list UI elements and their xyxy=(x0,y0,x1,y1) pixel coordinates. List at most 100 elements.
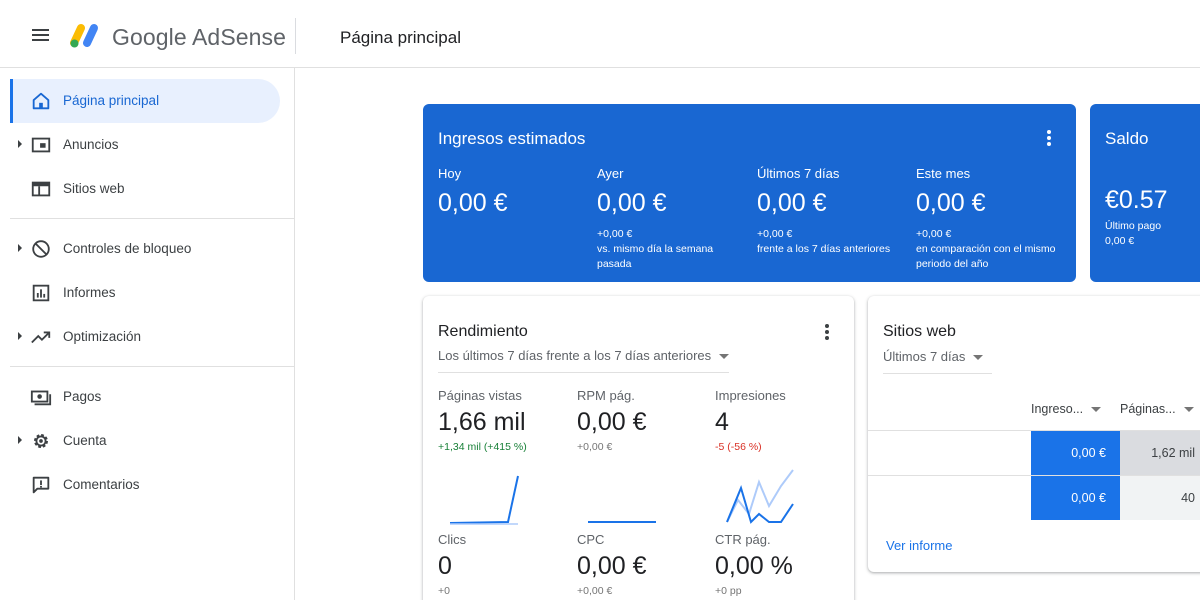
period-label: Últimos 7 días xyxy=(883,349,966,364)
bar-chart-icon xyxy=(32,284,50,302)
expand-caret-icon[interactable] xyxy=(18,244,22,252)
metric-change: +0,00 € xyxy=(577,585,613,597)
sidebar-item-blocking-controls[interactable]: Controles de bloqueo xyxy=(10,227,280,271)
metric-change: +0,00 € xyxy=(577,441,613,453)
top-app-bar: Google AdSense Página principal xyxy=(0,0,1200,68)
sidebar: Página principal Anuncios Sitios web Con… xyxy=(10,68,295,600)
balance-title: Saldo xyxy=(1105,129,1149,148)
metric-change: +0 pp xyxy=(715,585,742,597)
main-menu-button[interactable] xyxy=(28,26,56,48)
earnings-note: en comparación con el mismo periodo del … xyxy=(916,243,1056,270)
sort-arrow-icon xyxy=(1183,407,1194,413)
adsense-logo-icon xyxy=(70,24,98,48)
earnings-yesterday: Ayer 0,00 € +0,00 € vs. mismo día la sem… xyxy=(597,166,747,272)
table-row[interactable]: 0,00 € 1,62 mil xyxy=(868,431,1200,475)
brand-name[interactable]: Google AdSense xyxy=(112,24,286,51)
header-divider xyxy=(295,18,296,54)
metric-change: +1,34 mil (+415 %) xyxy=(438,441,527,453)
block-icon xyxy=(32,240,50,258)
expand-caret-icon[interactable] xyxy=(18,140,22,148)
expand-caret-icon[interactable] xyxy=(18,332,22,340)
sidebar-item-label: Informes xyxy=(63,285,116,300)
last-payment-label: Último pago xyxy=(1105,220,1162,232)
sidebar-item-account[interactable]: Cuenta xyxy=(10,419,280,463)
metric-label: Clics xyxy=(438,532,467,547)
metric-page-views[interactable]: Páginas vistas 1,66 mil +1,34 mil (+415 … xyxy=(438,388,568,453)
sidebar-item-label: Cuenta xyxy=(63,433,107,448)
column-header-earnings[interactable]: Ingreso... xyxy=(1031,402,1102,416)
balance-value: €0.57 xyxy=(1105,186,1168,214)
sidebar-item-feedback[interactable]: Comentarios xyxy=(10,463,280,507)
web-icon xyxy=(31,181,51,197)
impressions-sparkline xyxy=(726,469,794,524)
see-report-link[interactable]: Ver informe xyxy=(886,538,952,553)
gear-icon xyxy=(34,434,48,448)
metric-label: CPC xyxy=(577,532,605,547)
column-header-page-views[interactable]: Páginas... xyxy=(1120,402,1194,416)
sidebar-item-sites[interactable]: Sitios web xyxy=(10,167,280,211)
sidebar-item-label: Controles de bloqueo xyxy=(63,241,192,256)
earnings-delta: +0,00 € xyxy=(757,228,793,240)
sidebar-item-home[interactable]: Página principal xyxy=(10,79,280,123)
metric-value: 0 xyxy=(438,552,452,580)
earnings-title: Ingresos estimados xyxy=(438,129,586,148)
metric-change: -5 (-56 %) xyxy=(715,441,762,453)
sites-title: Sitios web xyxy=(883,323,956,340)
expand-caret-icon[interactable] xyxy=(18,436,22,444)
trending-up-icon xyxy=(31,331,51,344)
estimated-earnings-card: Ingresos estimados Hoy 0,00 € Ayer 0,00 … xyxy=(423,104,1076,282)
metric-cpc[interactable]: CPC 0,00 € +0,00 € xyxy=(577,532,707,597)
metric-value: 0,00 % xyxy=(715,552,793,580)
feedback-icon xyxy=(32,476,50,494)
metric-clicks[interactable]: Clics 0 +0 xyxy=(438,532,568,597)
earnings-this-month: Este mes 0,00 € +0,00 € en comparación c… xyxy=(916,166,1066,272)
earnings-last-7-days: Últimos 7 días 0,00 € +0,00 € frente a l… xyxy=(757,166,907,257)
metric-label: RPM pág. xyxy=(577,388,635,403)
page-views-cell: 40 xyxy=(1120,476,1200,520)
page-rpm-sparkline xyxy=(588,521,656,523)
home-icon xyxy=(32,92,50,110)
metric-page-rpm[interactable]: RPM pág. 0,00 € +0,00 € xyxy=(577,388,707,453)
page-views-cell: 1,62 mil xyxy=(1120,431,1200,475)
earnings-delta: +0,00 € xyxy=(916,228,952,240)
earnings-label: Últimos 7 días xyxy=(757,166,840,181)
more-vert-icon[interactable] xyxy=(821,323,833,341)
earnings-note: frente a los 7 días anteriores xyxy=(757,243,891,255)
performance-title: Rendimiento xyxy=(438,323,528,340)
performance-card: Rendimiento Los últimos 7 días frente a … xyxy=(423,296,854,600)
sidebar-divider xyxy=(10,218,295,219)
metric-label: Impresiones xyxy=(715,388,786,403)
payments-icon xyxy=(30,390,52,406)
earnings-value: 0,00 € xyxy=(597,189,667,217)
earnings-value: 0,00 € xyxy=(438,189,508,217)
sidebar-item-label: Optimización xyxy=(63,329,142,344)
dropdown-arrow-icon xyxy=(719,354,730,360)
metric-page-ctr[interactable]: CTR pág. 0,00 % +0 pp xyxy=(715,532,845,597)
balance-card: Saldo €0.57 Último pago 0,00 € xyxy=(1090,104,1200,282)
ads-icon xyxy=(31,137,51,153)
more-vert-icon[interactable] xyxy=(1043,128,1055,148)
performance-period-select[interactable]: Los últimos 7 días frente a los 7 días a… xyxy=(438,348,730,373)
dropdown-arrow-icon xyxy=(973,355,984,361)
period-label: Los últimos 7 días frente a los 7 días a… xyxy=(438,348,712,363)
sort-arrow-icon xyxy=(1091,407,1102,413)
metric-value: 4 xyxy=(715,408,729,436)
sidebar-item-reports[interactable]: Informes xyxy=(10,271,280,315)
earnings-value: 0,00 € xyxy=(757,189,827,217)
metric-label: CTR pág. xyxy=(715,532,771,547)
metric-value: 1,66 mil xyxy=(438,408,526,436)
sidebar-item-ads[interactable]: Anuncios xyxy=(10,123,280,167)
earnings-label: Hoy xyxy=(438,166,462,181)
metric-label: Páginas vistas xyxy=(438,388,522,403)
page-views-sparkline xyxy=(449,475,519,525)
metric-impressions[interactable]: Impresiones 4 -5 (-56 %) xyxy=(715,388,845,453)
metric-change: +0 xyxy=(438,585,450,597)
sidebar-item-optimization[interactable]: Optimización xyxy=(10,315,280,359)
sidebar-item-label: Comentarios xyxy=(63,477,140,492)
earnings-cell: 0,00 € xyxy=(1031,431,1120,475)
sites-period-select[interactable]: Últimos 7 días xyxy=(883,349,992,374)
table-row[interactable]: 0,00 € 40 xyxy=(868,476,1200,520)
metric-value: 0,00 € xyxy=(577,552,647,580)
page-title: Página principal xyxy=(340,28,461,47)
sidebar-item-payments[interactable]: Pagos xyxy=(10,375,280,419)
